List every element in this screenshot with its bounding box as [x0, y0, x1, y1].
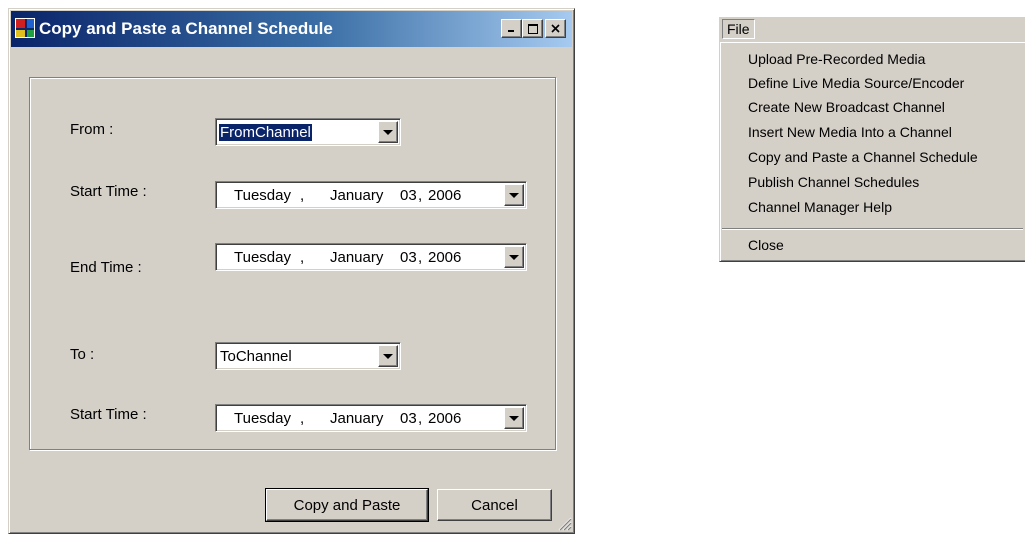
menu-separator — [722, 228, 1023, 230]
resize-grip-icon[interactable] — [556, 515, 572, 531]
menu-item-define-live-media-source[interactable]: Define Live Media Source/Encoder — [748, 74, 964, 92]
start-date-day: Tuesday — [234, 187, 291, 204]
from-label: From : — [70, 121, 114, 138]
menu-item-close[interactable]: Close — [748, 236, 784, 254]
menu-item-upload-pre-recorded-media[interactable]: Upload Pre-Recorded Media — [748, 50, 925, 68]
to-start-time-datepicker[interactable]: Tuesday , January 03 , 2006 — [215, 404, 527, 432]
to-start-time-dropdown-button[interactable] — [504, 407, 524, 429]
start-date-month: January — [330, 187, 384, 204]
chevron-down-icon — [509, 415, 519, 421]
menu-file[interactable]: File — [722, 19, 755, 39]
cancel-button[interactable]: Cancel — [437, 489, 552, 521]
to-start-time-label: Start Time : — [70, 406, 147, 423]
start-date-separator: , — [300, 187, 305, 204]
end-date-separator: , — [300, 249, 305, 266]
to-start-date-day: Tuesday — [234, 410, 291, 427]
chevron-down-icon — [509, 192, 519, 198]
menu-item-channel-manager-help[interactable]: Channel Manager Help — [748, 198, 892, 216]
end-date-month: January — [330, 249, 384, 266]
copy-and-paste-button[interactable]: Copy and Paste — [265, 488, 429, 522]
end-date-text: Tuesday , January 03 , 2006 — [234, 249, 462, 266]
dialog-title: Copy and Paste a Channel Schedule — [39, 19, 333, 38]
menu-item-publish-channel-schedules[interactable]: Publish Channel Schedules — [748, 173, 919, 191]
menu-bar: File — [719, 17, 1025, 41]
to-start-date-date: 03 — [400, 410, 417, 427]
caption-buttons — [501, 19, 566, 38]
from-channel-combo[interactable]: FromChannel — [215, 118, 401, 146]
to-channel-dropdown-button[interactable] — [378, 345, 398, 367]
file-menu-popup: Upload Pre-Recorded Media Define Live Me… — [719, 41, 1025, 262]
minimize-button[interactable] — [501, 19, 522, 38]
close-icon — [551, 24, 560, 33]
end-time-datepicker[interactable]: Tuesday , January 03 , 2006 — [215, 243, 527, 271]
start-time-label: Start Time : — [70, 183, 147, 200]
end-time-dropdown-button[interactable] — [504, 246, 524, 268]
maximize-icon — [527, 23, 538, 34]
start-time-dropdown-button[interactable] — [504, 184, 524, 206]
start-date-text: Tuesday , January 03 , 2006 — [234, 187, 462, 204]
copy-paste-dialog: Copy and Paste a Channel Schedule From :… — [8, 8, 575, 534]
menu-item-create-new-broadcast-channel[interactable]: Create New Broadcast Channel — [748, 98, 945, 116]
to-start-date-year: 2006 — [428, 410, 462, 427]
to-start-date-month: January — [330, 410, 384, 427]
application-icon[interactable] — [15, 18, 35, 38]
close-button[interactable] — [545, 19, 566, 38]
menu-item-insert-new-media[interactable]: Insert New Media Into a Channel — [748, 123, 952, 141]
end-date-day: Tuesday — [234, 249, 291, 266]
end-date-year: 2006 — [428, 249, 462, 266]
start-date-date: 03 — [400, 187, 417, 204]
to-label: To : — [70, 346, 95, 363]
dialog-titlebar[interactable]: Copy and Paste a Channel Schedule — [11, 11, 572, 47]
to-channel-value: ToChannel — [220, 348, 292, 365]
minimize-icon — [508, 30, 514, 32]
start-time-datepicker[interactable]: Tuesday , January 03 , 2006 — [215, 181, 527, 209]
end-time-label: End Time : — [70, 259, 142, 276]
start-date-year: 2006 — [428, 187, 462, 204]
to-start-date-separator: , — [300, 410, 305, 427]
from-channel-dropdown-button[interactable] — [378, 121, 398, 143]
to-start-date-text: Tuesday , January 03 , 2006 — [234, 410, 462, 427]
from-channel-value: FromChannel — [218, 123, 313, 142]
menu-item-copy-and-paste-schedule[interactable]: Copy and Paste a Channel Schedule — [748, 148, 978, 166]
chevron-down-icon — [383, 353, 393, 359]
end-date-date: 03 — [400, 249, 417, 266]
chevron-down-icon — [383, 129, 393, 135]
to-channel-combo[interactable]: ToChannel — [215, 342, 401, 370]
maximize-button[interactable] — [522, 19, 543, 38]
chevron-down-icon — [509, 254, 519, 260]
